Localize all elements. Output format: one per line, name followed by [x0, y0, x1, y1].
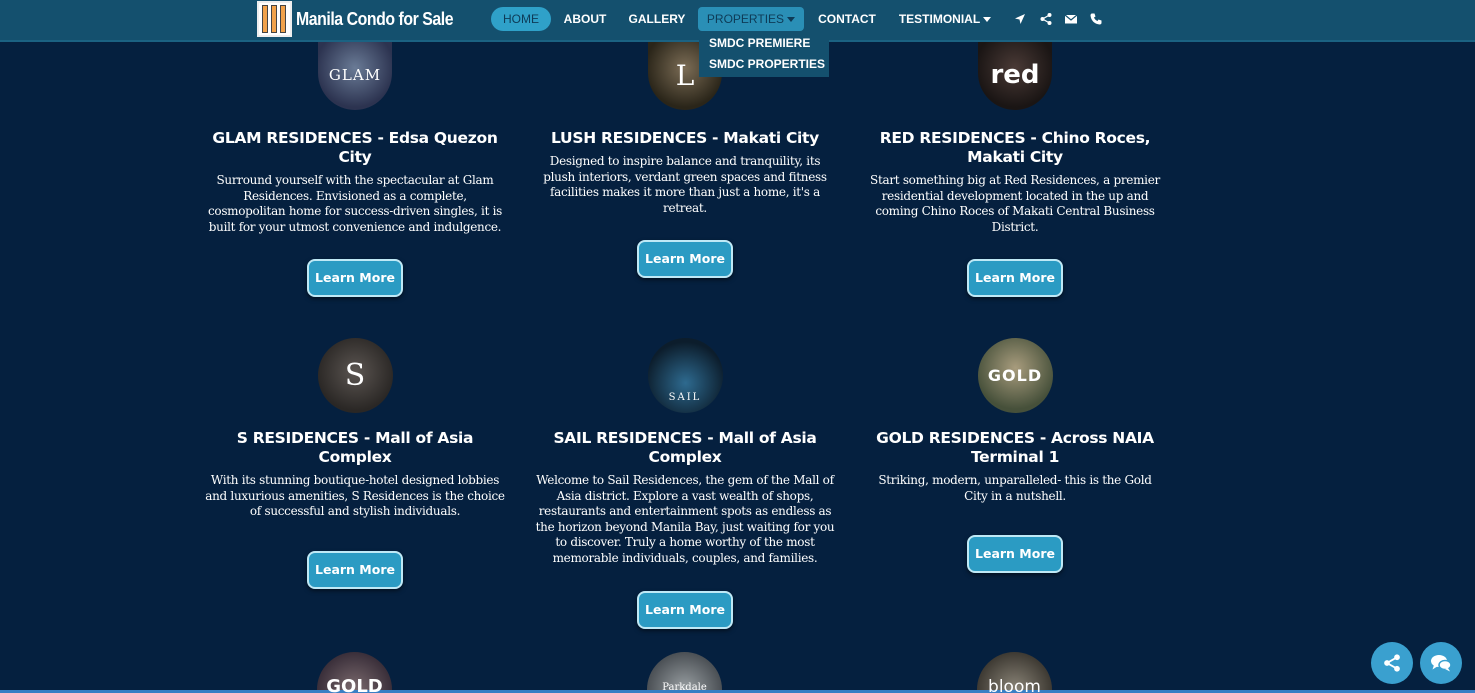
properties-dropdown-menu: SMDC PREMIERE SMDC PROPERTIES [699, 31, 829, 77]
bloom-partial-image: bloom [977, 652, 1052, 693]
gold-partial-image: GOLD [317, 652, 392, 693]
share-icon [1384, 654, 1400, 672]
gold-residences-image: GOLD [977, 338, 1053, 413]
red-residences-image: red [978, 40, 1052, 110]
learn-more-button[interactable]: Learn More [967, 535, 1063, 573]
nav-gallery[interactable]: GALLERY [626, 7, 688, 31]
brand-link[interactable]: Manila Condo for Sale [257, 0, 475, 38]
card-title: GLAM RESIDENCES - Edsa Quezon City [212, 129, 498, 166]
nav-about[interactable]: ABOUT [559, 7, 611, 31]
nav-home[interactable]: HOME [491, 7, 551, 31]
nav-properties[interactable]: PROPERTIES [698, 7, 804, 31]
card-title: RED RESIDENCES - Chino Roces, Makati Cit… [879, 129, 1151, 166]
glam-residences-image: GLAM [318, 40, 392, 110]
card-title: S RESIDENCES - Mall of Asia Complex [236, 429, 474, 466]
location-arrow-icon[interactable] [1013, 12, 1027, 26]
dropdown-item-smdc-premiere[interactable]: SMDC PREMIERE [699, 33, 829, 54]
envelope-icon[interactable] [1064, 12, 1078, 26]
share-icon[interactable] [1039, 12, 1053, 26]
property-card-sail: SAIL SAIL RESIDENCES - Mall of Asia Comp… [535, 338, 835, 629]
parkdale-partial-image: Parkdale [647, 652, 722, 693]
brand-name: Manila Condo for Sale [296, 8, 454, 29]
card-title: GOLD RESIDENCES - Across NAIA Terminal 1 [876, 429, 1154, 466]
learn-more-button[interactable]: Learn More [637, 240, 733, 278]
nav-testimonial[interactable]: TESTIMONIAL [896, 7, 994, 31]
card-description: Striking, modern, unparalleled- this is … [878, 473, 1152, 503]
chat-icon [1431, 655, 1452, 672]
property-card-glam: GLAM GLAM RESIDENCES - Edsa Quezon City … [205, 40, 505, 297]
s-residences-image: S [317, 338, 393, 413]
card-description: Designed to inspire balance and tranquil… [543, 154, 827, 215]
property-card-s: S S RESIDENCES - Mall of Asia Complex Wi… [205, 338, 505, 589]
chevron-down-icon [787, 17, 796, 23]
sail-residences-image: SAIL [647, 338, 723, 413]
dropdown-item-smdc-properties[interactable]: SMDC PROPERTIES [699, 54, 829, 75]
card-title: LUSH RESIDENCES - Makati City [551, 129, 819, 147]
card-description: Surround yourself with the spectacular a… [207, 173, 503, 234]
share-fab-button[interactable] [1371, 642, 1413, 684]
learn-more-button[interactable]: Learn More [637, 591, 733, 629]
learn-more-button[interactable]: Learn More [307, 259, 403, 297]
property-card-gold: GOLD GOLD RESIDENCES - Across NAIA Termi… [865, 338, 1165, 573]
chat-fab-button[interactable] [1420, 642, 1462, 684]
nav-testimonial-label: TESTIMONIAL [898, 12, 981, 26]
property-card-red: red RED RESIDENCES - Chino Roces, Makati… [865, 40, 1165, 297]
card-description: With its stunning boutique-hotel designe… [205, 473, 505, 518]
learn-more-button[interactable]: Learn More [307, 550, 403, 589]
nav-properties-label: PROPERTIES [706, 12, 785, 26]
card-description: Welcome to Sail Residences, the gem of t… [535, 473, 835, 565]
card-title: SAIL RESIDENCES - Mall of Asia Complex [553, 429, 817, 466]
phone-icon[interactable] [1089, 12, 1103, 26]
card-description: Start something big at Red Residences, a… [870, 173, 1160, 234]
nav-contact[interactable]: CONTACT [815, 7, 879, 31]
learn-more-button[interactable]: Learn More [967, 259, 1063, 297]
chevron-down-icon [983, 17, 992, 23]
building-logo-icon [257, 1, 292, 37]
